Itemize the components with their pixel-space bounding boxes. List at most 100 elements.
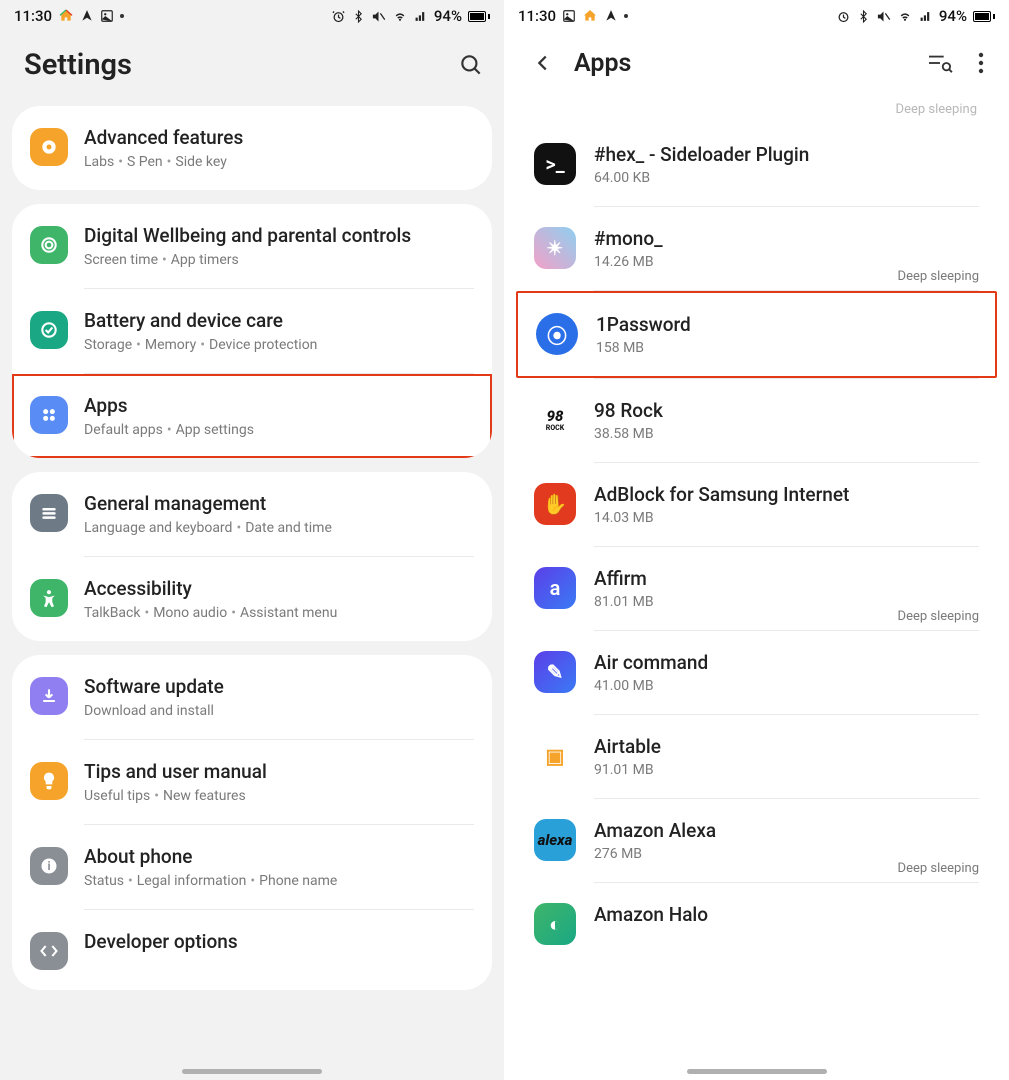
app-icon: ◐ <box>534 903 576 945</box>
app-name: Air command <box>594 651 979 674</box>
app-size: 91.01 MB <box>594 762 979 778</box>
app-row[interactable]: ⦿1Password158 MB <box>516 291 997 378</box>
app-row[interactable]: ✎ Air command 41.00 MB <box>516 631 997 714</box>
app-icon: ✎ <box>534 651 576 693</box>
image-icon <box>562 9 576 23</box>
battery-icon <box>973 11 995 22</box>
app-size: 14.03 MB <box>594 510 979 526</box>
app-body: Affirm81.01 MB <box>594 567 979 610</box>
settings-row-icon <box>30 494 68 532</box>
chevron-left-icon <box>532 52 554 74</box>
settings-row-icon <box>30 579 68 617</box>
google-home-icon <box>58 8 74 24</box>
settings-row-title: About phone <box>84 845 474 868</box>
app-body: Airtable 91.01 MB <box>594 735 979 778</box>
page-header: Settings <box>0 32 504 106</box>
app-size: 41.00 MB <box>594 678 979 694</box>
app-status: Deep sleeping <box>898 861 979 876</box>
settings-row-icon <box>30 677 68 715</box>
settings-row-icon <box>30 311 68 349</box>
app-row[interactable]: >_ #hex_ - Sideloader Plugin 64.00 KB <box>516 123 997 206</box>
svg-text:i: i <box>47 859 50 873</box>
app-size: 276 MB <box>594 846 979 862</box>
app-icon: ▣ <box>534 735 576 777</box>
send-icon <box>80 9 94 23</box>
settings-row[interactable]: Developer options <box>12 910 492 990</box>
app-icon: >_ <box>534 143 576 185</box>
page-title: Apps <box>574 49 909 78</box>
status-bar: 11:30 94% <box>504 0 1009 32</box>
app-row[interactable]: ▣ Airtable 91.01 MB <box>516 715 997 798</box>
app-status: Deep sleeping <box>898 269 979 284</box>
app-row[interactable]: ✴ #mono_ 14.26 MBDeep sleeping <box>516 207 997 290</box>
settings-row[interactable]: i About phone Status•Legal information•Pho… <box>12 825 492 909</box>
app-row[interactable]: ✋ AdBlock for Samsung Internet 14.03 MB <box>516 463 997 546</box>
search-button[interactable] <box>456 50 486 80</box>
app-row[interactable]: aAffirm81.01 MBDeep sleeping <box>516 547 997 630</box>
settings-row-title: Battery and device care <box>84 309 474 332</box>
settings-screen: 11:30 94% Settings Advanced featuresLabs… <box>0 0 504 1080</box>
settings-row[interactable]: General managementLanguage and keyboard•… <box>12 472 492 556</box>
settings-group: Advanced featuresLabs•S Pen•Side key <box>12 106 492 190</box>
settings-row-subtitle: Status•Legal information•Phone name <box>84 873 474 889</box>
back-button[interactable] <box>528 48 558 78</box>
settings-row-body: About phone Status•Legal information•Phon… <box>84 845 474 889</box>
battery-percent: 94% <box>939 7 967 25</box>
settings-row[interactable]: Apps Default apps•App settings <box>12 374 492 458</box>
app-row[interactable]: ◐Amazon Halo <box>516 883 997 965</box>
app-body: #hex_ - Sideloader Plugin 64.00 KB <box>594 143 979 186</box>
settings-row-subtitle: Default apps•App settings <box>84 422 474 438</box>
app-body: Air command 41.00 MB <box>594 651 979 694</box>
app-name: #hex_ - Sideloader Plugin <box>594 143 979 166</box>
app-name: Airtable <box>594 735 979 758</box>
settings-row[interactable]: Tips and user manualUseful tips•New feat… <box>12 740 492 824</box>
settings-row-subtitle: Download and install <box>84 703 474 719</box>
status-bar: 11:30 94% <box>0 0 504 32</box>
app-icon: ✴ <box>534 227 576 269</box>
settings-row[interactable]: Battery and device careStorage•Memory•De… <box>12 289 492 373</box>
settings-row-icon <box>30 396 68 434</box>
apps-list[interactable]: Deep sleeping >_ #hex_ - Sideloader Plugin… <box>504 102 1009 1080</box>
clock: 11:30 <box>518 7 556 25</box>
settings-row[interactable]: Software update Download and install <box>12 655 492 739</box>
wifi-icon <box>392 10 408 23</box>
settings-row[interactable]: Advanced featuresLabs•S Pen•Side key <box>12 106 492 190</box>
app-icon: 98ROCK <box>534 399 576 441</box>
apps-screen: 11:30 94% Apps Deep sleeping>_#hex_ <box>504 0 1009 1080</box>
settings-row-icon <box>30 226 68 264</box>
settings-row[interactable]: AccessibilityTalkBack•Mono audio•Assista… <box>12 557 492 641</box>
battery-percent: 94% <box>434 7 462 25</box>
app-icon: a <box>534 567 576 609</box>
settings-row-subtitle: Labs•S Pen•Side key <box>84 154 474 170</box>
settings-row-title: Tips and user manual <box>84 760 474 783</box>
app-icon: ✋ <box>534 483 576 525</box>
wifi-icon <box>897 10 913 23</box>
app-size: 64.00 KB <box>594 170 979 186</box>
gesture-handle <box>182 1069 322 1074</box>
google-home-icon <box>582 8 598 24</box>
more-button[interactable] <box>971 48 991 78</box>
settings-row-body: Digital Wellbeing and parental controls S… <box>84 224 474 268</box>
app-body: #mono_ 14.26 MB <box>594 227 979 270</box>
app-name: AdBlock for Samsung Internet <box>594 483 979 506</box>
settings-group: Digital Wellbeing and parental controls S… <box>12 204 492 458</box>
app-row[interactable]: 98ROCK98 Rock38.58 MB <box>516 379 997 462</box>
settings-row-body: Advanced featuresLabs•S Pen•Side key <box>84 126 474 170</box>
settings-row[interactable]: Digital Wellbeing and parental controls S… <box>12 204 492 288</box>
app-name: #mono_ <box>594 227 979 250</box>
settings-list[interactable]: Advanced featuresLabs•S Pen•Side key Digi… <box>0 106 504 1080</box>
app-size: 38.58 MB <box>594 426 979 442</box>
app-row[interactable]: alexaAmazon Alexa276 MBDeep sleeping <box>516 799 997 882</box>
settings-row-title: Digital Wellbeing and parental controls <box>84 224 474 247</box>
app-body: 1Password158 MB <box>596 313 977 356</box>
settings-row-subtitle: Screen time•App timers <box>84 252 474 268</box>
alarm-icon <box>836 9 851 24</box>
settings-row-title: Apps <box>84 394 474 417</box>
settings-row-title: General management <box>84 492 474 515</box>
app-size: 14.26 MB <box>594 254 979 270</box>
settings-row-title: Software update <box>84 675 474 698</box>
mute-icon <box>876 9 891 24</box>
search-icon <box>458 52 484 78</box>
filter-search-button[interactable] <box>925 48 955 78</box>
settings-row-body: Tips and user manualUseful tips•New feat… <box>84 760 474 804</box>
